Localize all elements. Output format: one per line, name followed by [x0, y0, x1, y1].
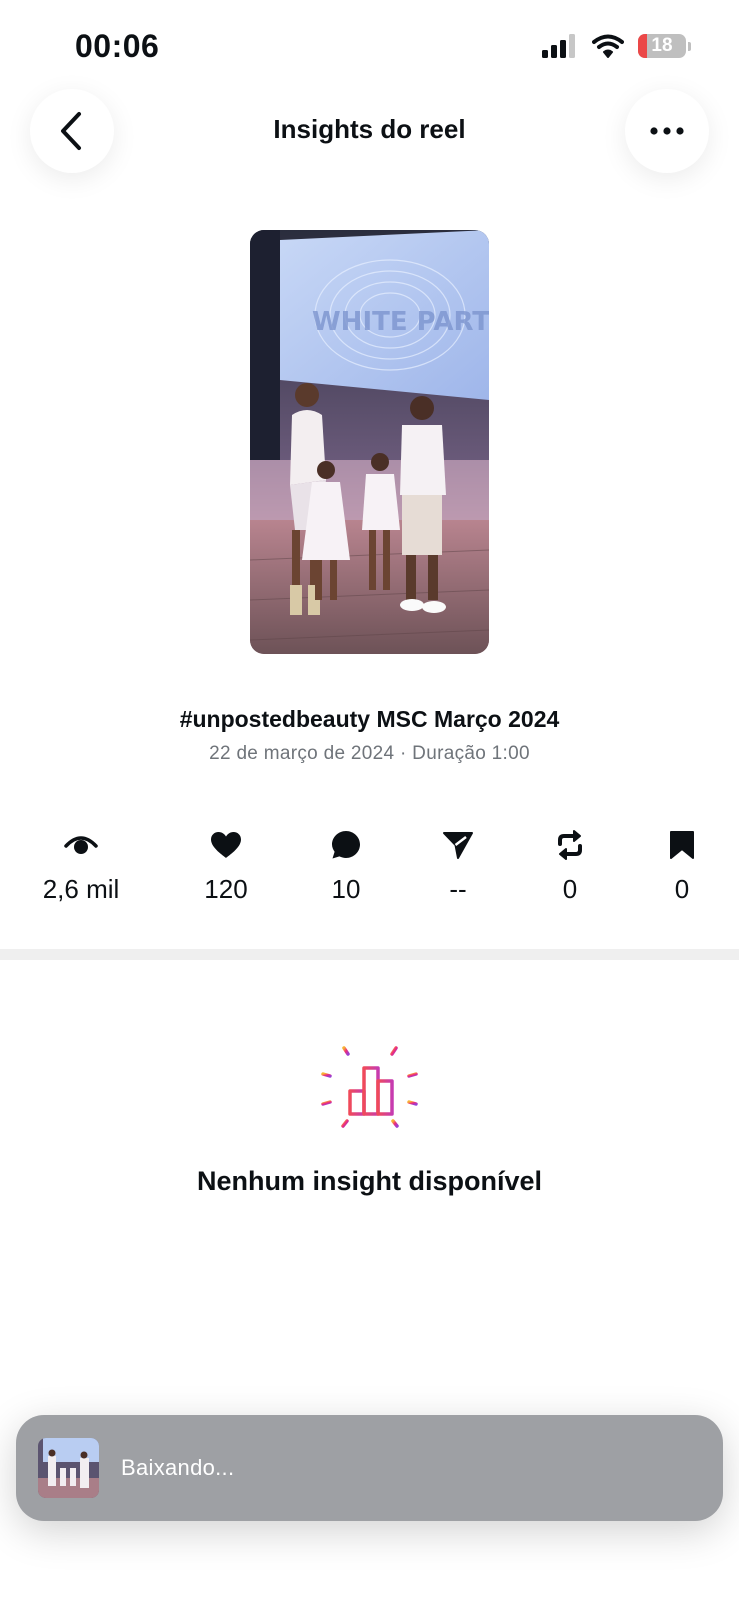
reel-insights-screen: 00:06 18 Insights do reel WHITE PART #un…	[0, 0, 739, 1600]
screen-text: WHITE PARTY	[312, 307, 489, 337]
heart-icon	[211, 832, 241, 858]
comment-icon	[332, 831, 360, 859]
toast-message: Baixando...	[121, 1455, 235, 1480]
status-icons: 18	[542, 34, 691, 58]
reel-photo: WHITE PARTY	[250, 230, 489, 654]
toast-reel-photo	[38, 1438, 99, 1498]
stat-saves-value: 0	[674, 874, 690, 904]
stat-views-value: 2,6 mil	[42, 874, 120, 904]
reel-date-duration: 22 de março de 2024 · Duração 1:00	[209, 743, 530, 764]
empty-state-title: Nenhum insight disponível	[196, 1166, 542, 1196]
bookmark-icon	[670, 831, 694, 859]
reel-caption: #unpostedbeauty MSC Março 2024	[179, 706, 560, 732]
download-toast[interactable]: Baixando...	[16, 1415, 723, 1521]
more-horizontal-icon	[650, 127, 684, 135]
toast-thumbnail	[38, 1438, 99, 1498]
stat-views: 2,6 mil	[6, 828, 156, 905]
stat-saves: 0	[607, 828, 739, 905]
battery-indicator: 18	[638, 34, 686, 58]
battery-cap	[688, 41, 691, 51]
wifi-icon	[592, 34, 624, 58]
more-options-button[interactable]	[625, 89, 709, 173]
section-divider	[0, 949, 739, 960]
status-time: 00:06	[75, 28, 160, 64]
insights-chart-icon	[321, 1036, 418, 1140]
battery-percentage: 18	[651, 35, 673, 56]
eye-icon	[64, 836, 98, 854]
reel-thumbnail[interactable]: WHITE PARTY	[250, 230, 489, 654]
repost-icon	[558, 830, 582, 860]
cellular-signal-icon	[542, 34, 575, 58]
share-icon	[443, 832, 473, 859]
